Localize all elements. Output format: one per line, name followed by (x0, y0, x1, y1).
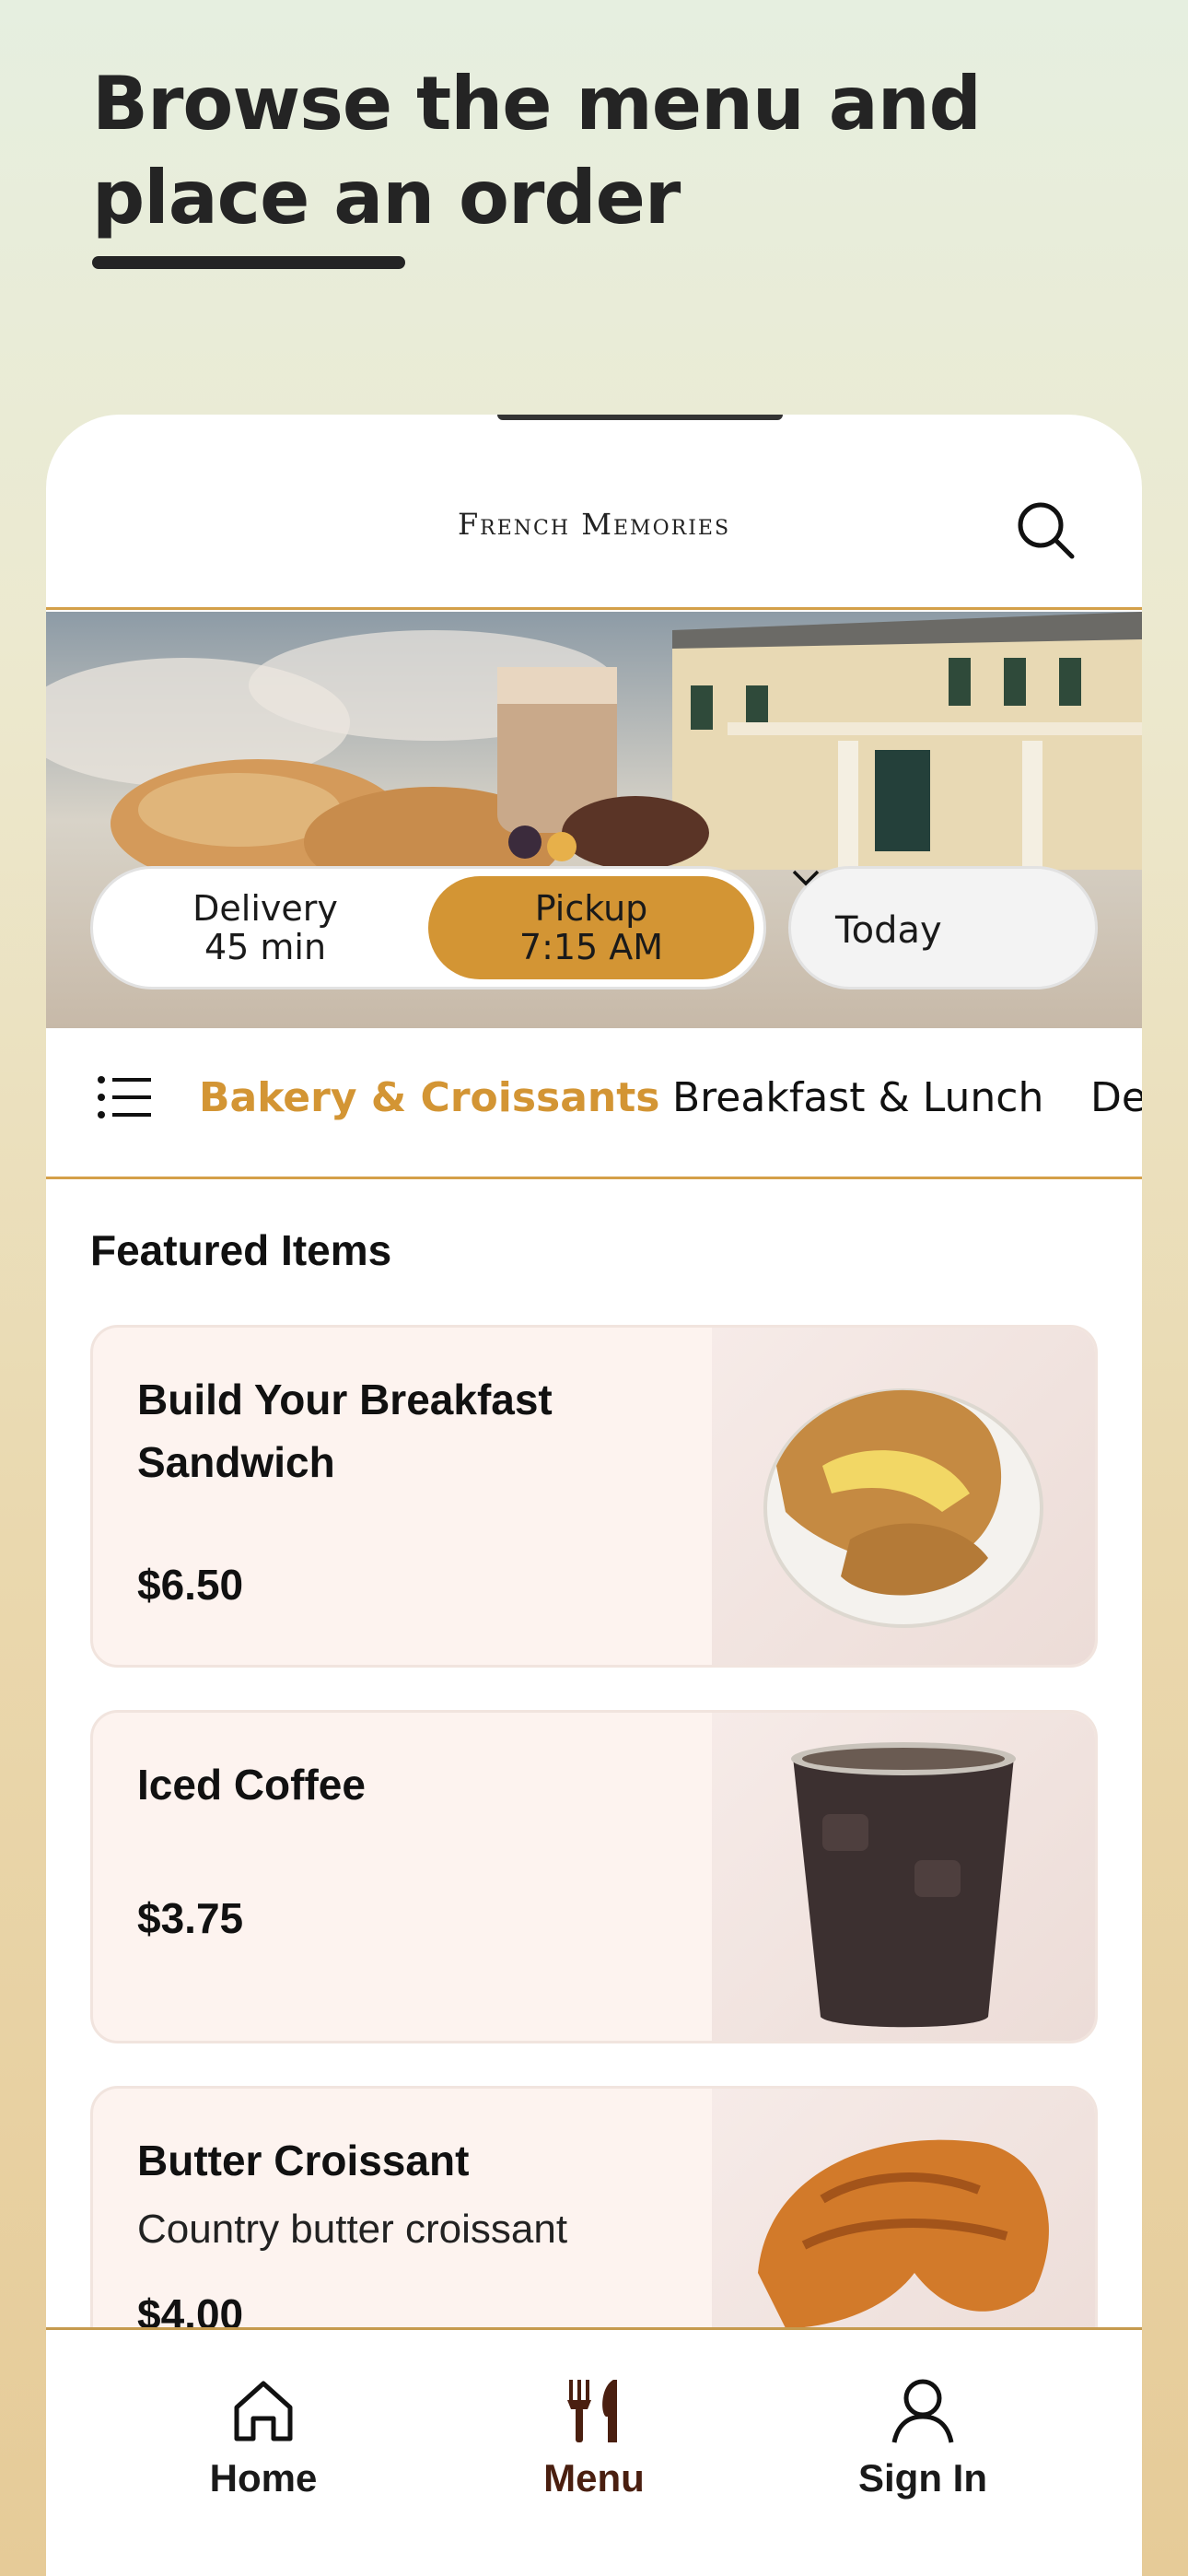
category-tab-desserts[interactable]: De (1090, 1074, 1142, 1121)
featured-items-title: Featured Items (90, 1226, 392, 1274)
category-tab-breakfast-lunch[interactable]: Breakfast & Lunch (672, 1074, 1043, 1121)
home-icon (234, 2381, 293, 2441)
menu-item-price: $3.75 (137, 1894, 244, 1942)
bottom-tab-bar: Home Menu Sign In (46, 2327, 1142, 2576)
delivery-label: Delivery (192, 888, 338, 929)
tab-menu[interactable]: Menu (474, 2376, 714, 2500)
promo-underline (92, 256, 405, 269)
brand-logo: French Memories (457, 507, 731, 542)
menu-item-card[interactable]: Build Your Breakfast Sandwich $6.50 (90, 1325, 1098, 1668)
phone-frame: French Memories Delivery 45 min Pickup 7… (46, 415, 1142, 2576)
tab-sign-in-label: Sign In (858, 2456, 987, 2500)
chevron-down-icon (792, 870, 820, 886)
delivery-option[interactable]: Delivery 45 min (102, 876, 428, 979)
day-select[interactable]: Today (788, 866, 1098, 989)
menu-item-description: Country butter croissant (137, 2207, 568, 2252)
category-bar: Bakery & Croissants Breakfast & Lunch De (46, 1028, 1142, 1179)
menu-item-name: Butter Croissant (137, 2137, 470, 2184)
fork-knife-icon (567, 2380, 617, 2442)
category-list-icon[interactable] (98, 1076, 151, 1118)
day-select-value: Today (835, 909, 942, 952)
menu-item-name: Build Your Breakfast Sandwich (137, 1376, 553, 1486)
tab-home-label: Home (209, 2456, 318, 2500)
menu-item-card[interactable]: Iced Coffee $3.75 (90, 1710, 1098, 2043)
delivery-time: 45 min (204, 927, 327, 967)
order-mode-toggle: Delivery 45 min Pickup 7:15 AM (90, 866, 766, 989)
hero-banner: Delivery 45 min Pickup 7:15 AM Today (46, 612, 1142, 1028)
pickup-time: 7:15 AM (518, 927, 664, 967)
pickup-label: Pickup (534, 888, 648, 929)
menu-item-image (712, 1713, 1095, 2041)
menu-item-name: Iced Coffee (137, 1761, 366, 1809)
user-icon (891, 2379, 954, 2443)
tab-menu-label: Menu (543, 2456, 645, 2500)
menu-item-price: $6.50 (137, 1561, 244, 1609)
menu-item-image (712, 1328, 1095, 1665)
pickup-option[interactable]: Pickup 7:15 AM (428, 876, 754, 979)
tab-sign-in[interactable]: Sign In (803, 2376, 1042, 2500)
category-tab-bakery-croissants[interactable]: Bakery & Croissants (199, 1074, 659, 1121)
app-header: French Memories (46, 415, 1142, 610)
promo-title: Browse the menu and place an order (92, 61, 982, 240)
search-icon[interactable] (1015, 499, 1077, 562)
tab-home[interactable]: Home (144, 2376, 383, 2500)
